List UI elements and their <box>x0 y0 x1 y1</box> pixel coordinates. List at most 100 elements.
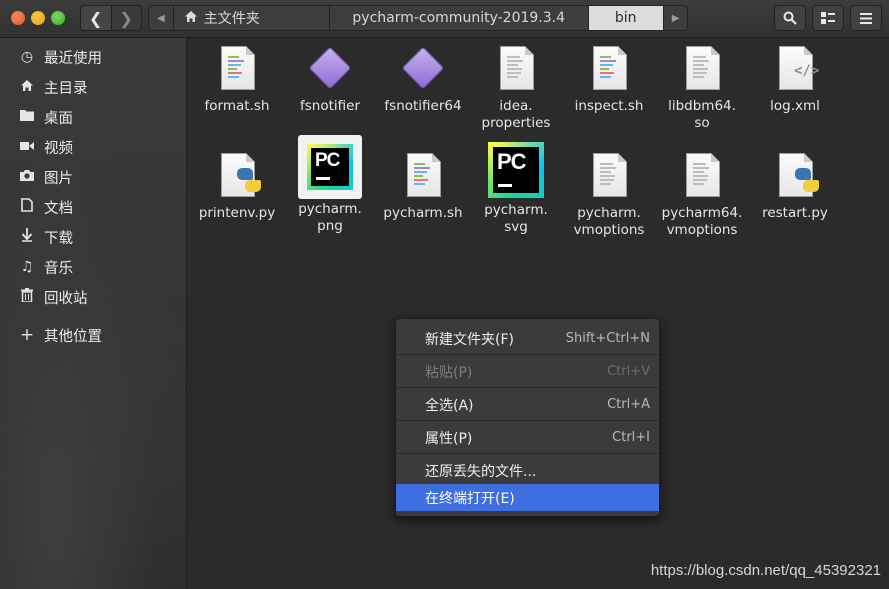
chevron-right-icon: ❯ <box>119 8 133 28</box>
pycharm-image-icon: PC <box>488 142 544 198</box>
view-options-button[interactable] <box>812 5 844 31</box>
breadcrumb-home[interactable]: 主文件夹 <box>173 6 330 30</box>
sidebar-item-trash[interactable]: 回收站 <box>0 283 186 311</box>
text-file-icon <box>678 44 726 92</box>
breadcrumb-label: 主文件夹 <box>203 11 260 27</box>
breadcrumb-pycharm[interactable]: pycharm-community-2019.3.4 <box>329 6 589 30</box>
menu-item-label: 新建文件夹(F) <box>425 331 514 348</box>
script-icon <box>585 44 633 92</box>
breadcrumb: ◀ 主文件夹 pycharm-community-2019.3.4 bin ▶ <box>148 5 689 31</box>
document-icon <box>18 198 36 216</box>
selection-highlight: PC <box>298 135 362 199</box>
back-button[interactable]: ❮ <box>81 6 111 30</box>
chevron-left-icon: ❮ <box>89 8 103 28</box>
sidebar-item-label: 视频 <box>44 140 73 157</box>
sidebar-item-pictures[interactable]: 图片 <box>0 163 186 191</box>
menu-item-open-in-terminal[interactable]: 在终端打开(E) <box>396 484 659 511</box>
menu-item-paste[interactable]: 粘贴(P) Ctrl+V <box>396 358 659 385</box>
home-icon <box>184 10 198 27</box>
window-minimize-button[interactable] <box>31 11 45 25</box>
search-icon <box>783 11 797 25</box>
menu-button[interactable] <box>850 5 882 31</box>
file-name: log.xml <box>770 98 820 114</box>
forward-button[interactable]: ❯ <box>110 6 141 30</box>
search-button[interactable] <box>774 5 806 31</box>
header-bar: ❮ ❯ ◀ 主文件夹 pycharm-community-2019.3.4 bi… <box>0 0 889 38</box>
menu-item-properties[interactable]: 属性(P) Ctrl+I <box>396 424 659 451</box>
menu-item-label: 在终端打开(E) <box>425 490 515 507</box>
executable-icon <box>306 44 354 92</box>
file-item[interactable]: fsnotifier64 <box>377 44 469 115</box>
clock-icon: ◷ <box>20 49 34 65</box>
xml-file-icon: </> <box>771 44 819 92</box>
file-item[interactable]: printenv.py <box>191 151 283 222</box>
file-name: fsnotifier <box>299 98 360 114</box>
icon-wrapper: PC <box>484 140 548 200</box>
sidebar-item-label: 主目录 <box>44 80 88 97</box>
menu-item-accelerator: Ctrl+V <box>607 364 650 379</box>
python-file-icon <box>771 151 819 199</box>
breadcrumb-scroll-right[interactable]: ▶ <box>663 6 688 30</box>
text-file-icon <box>585 151 633 199</box>
file-item[interactable]: fsnotifier <box>284 44 376 115</box>
sidebar-item-documents[interactable]: 文档 <box>0 193 186 221</box>
sidebar-item-videos[interactable]: 视频 <box>0 133 186 161</box>
sidebar-item-label: 文档 <box>44 200 73 217</box>
menu-item-label: 粘贴(P) <box>425 364 473 381</box>
folder-icon <box>18 109 36 125</box>
trash-icon <box>18 288 36 306</box>
file-name: inspect.sh <box>574 98 644 114</box>
file-item[interactable]: pycharm. vmoptions <box>563 151 655 239</box>
file-name: pycharm. svg <box>484 202 548 235</box>
window-maximize-button[interactable] <box>51 11 65 25</box>
menu-item-select-all[interactable]: 全选(A) Ctrl+A <box>396 391 659 418</box>
sidebar-item-desktop[interactable]: 桌面 <box>0 103 186 131</box>
sidebar-item-label: 图片 <box>44 170 73 187</box>
menu-item-label: 属性(P) <box>425 430 473 447</box>
menu-item-new-folder[interactable]: 新建文件夹(F) Shift+Ctrl+N <box>396 325 659 352</box>
window-close-button[interactable] <box>11 11 25 25</box>
sidebar-item-label: 其他位置 <box>44 328 102 345</box>
file-item[interactable]: PC pycharm. svg <box>470 140 562 236</box>
navigation-buttons: ❮ ❯ <box>80 5 142 31</box>
hamburger-icon <box>860 12 872 24</box>
file-item[interactable]: libdbm64. so <box>656 44 748 132</box>
file-name: pycharm. vmoptions <box>573 205 645 238</box>
file-item[interactable]: format.sh <box>191 44 283 115</box>
menu-separator <box>396 387 659 388</box>
text-file-icon <box>678 151 726 199</box>
breadcrumb-label: pycharm-community-2019.3.4 <box>352 10 566 26</box>
music-icon: ♫ <box>20 259 34 275</box>
file-name: fsnotifier64 <box>384 98 462 114</box>
sidebar-item-music[interactable]: ♫ 音乐 <box>0 253 186 281</box>
file-item[interactable]: idea. properties <box>470 44 562 132</box>
camera-icon <box>18 169 36 185</box>
triangle-left-icon: ◀ <box>157 12 165 24</box>
sidebar-item-label: 音乐 <box>44 260 73 277</box>
file-item[interactable]: pycharm64. vmoptions <box>656 151 748 239</box>
file-name: pycharm64. vmoptions <box>661 205 743 238</box>
sidebar-item-other-locations[interactable]: + 其他位置 <box>0 321 186 349</box>
file-item[interactable]: pycharm.sh <box>377 151 469 222</box>
breadcrumb-scroll-left[interactable]: ◀ <box>149 6 174 30</box>
triangle-right-icon: ▶ <box>671 12 680 24</box>
file-name: restart.py <box>762 205 828 221</box>
sidebar-item-label: 下载 <box>44 230 73 247</box>
sidebar-item-downloads[interactable]: 下载 <box>0 223 186 251</box>
menu-item-restore-missing[interactable]: 还原丢失的文件... <box>396 457 659 484</box>
menu-separator <box>396 420 659 421</box>
file-item[interactable]: </> log.xml <box>749 44 841 115</box>
sidebar-item-home[interactable]: 主目录 <box>0 73 186 101</box>
file-item[interactable]: PC pycharm. png <box>284 135 376 235</box>
menu-item-accelerator: Ctrl+I <box>612 430 650 445</box>
sidebar-item-recent[interactable]: ◷ 最近使用 <box>0 43 186 71</box>
menu-separator <box>396 354 659 355</box>
script-icon <box>213 44 261 92</box>
file-item[interactable]: restart.py <box>749 151 841 222</box>
file-name: pycharm.sh <box>383 205 463 221</box>
file-item[interactable]: inspect.sh <box>563 44 655 115</box>
context-menu: 新建文件夹(F) Shift+Ctrl+N 粘贴(P) Ctrl+V 全选(A)… <box>395 318 660 517</box>
menu-item-accelerator: Shift+Ctrl+N <box>565 331 650 346</box>
sidebar-item-label: 最近使用 <box>44 50 102 67</box>
breadcrumb-bin[interactable]: bin <box>588 6 664 30</box>
